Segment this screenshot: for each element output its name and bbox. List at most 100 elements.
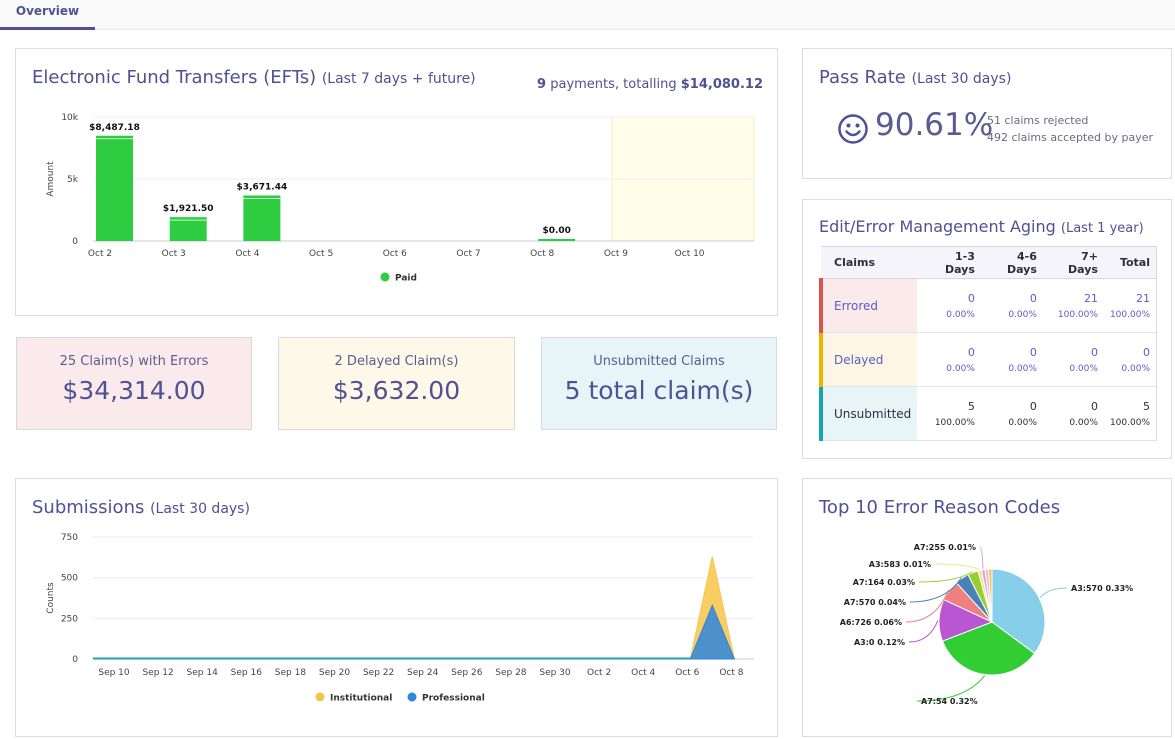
cell-count: 0 (1029, 291, 1037, 305)
x-tick-label: Sep 18 (275, 668, 307, 678)
y-tick-label: 500 (61, 574, 78, 584)
smiley-icon (838, 114, 868, 144)
aging-row-errored: Errored 0 0.00% 0 0.00% 21 100.00% 21 100.00… (818, 278, 1157, 333)
pass-rate-details: 51 claims rejected 492 claims accepted b… (987, 112, 1153, 146)
claims-rejected-text: 51 claims rejected (987, 114, 1089, 127)
pass-rate-card: Pass Rate (Last 30 days) 90.61% 51 claim… (802, 48, 1172, 179)
aging-card: Edit/Error Management Aging (Last 1 year… (802, 199, 1172, 459)
aging-title-text: Edit/Error Management Aging (819, 217, 1056, 236)
cell-percent: 0.00% (1008, 363, 1037, 374)
table-cell[interactable]: 0 0.00% (980, 332, 1043, 387)
cell-percent: 0.00% (1069, 363, 1098, 374)
cell-count: 0 (967, 291, 975, 305)
x-tick-label: Sep 30 (539, 668, 571, 678)
pass-rate-title-text: Pass Rate (819, 67, 906, 88)
cell-percent: 0.00% (946, 363, 975, 374)
cell-count: 0 (1090, 345, 1098, 359)
col-1-3-days: 1-3 Days (917, 246, 981, 279)
table-cell[interactable]: 0 0.00% (917, 332, 981, 387)
cell-percent: 100.00% (1109, 417, 1150, 428)
x-tick-label: Oct 6 (675, 668, 699, 678)
x-tick-label: Sep 14 (187, 668, 219, 678)
pie-label: A6:726 0.06% (840, 618, 902, 627)
y-axis-label: Amount (46, 161, 56, 197)
pie-label: A7:164 0.03% (853, 578, 915, 587)
col-7-plus-days: 7+ Days (1042, 246, 1104, 279)
unsubmitted-claims-box[interactable]: Unsubmitted Claims 5 total claim(s) (541, 337, 777, 430)
row-label-errored: Errored (818, 278, 918, 333)
cell-count: 21 (1083, 291, 1098, 305)
tab-overview[interactable]: Overview (0, 0, 95, 30)
y-axis-label: Counts (46, 582, 56, 614)
pie-leader-line (1039, 587, 1068, 598)
legend-label-institutional: Institutional (330, 694, 392, 704)
y-tick-label: 10k (61, 113, 78, 123)
table-cell[interactable]: 0 0.00% (980, 278, 1043, 333)
unsubmitted-claims-label: Unsubmitted Claims (593, 354, 725, 369)
x-tick-label: Oct 2 (587, 668, 611, 678)
unsubmitted-claims-value: 5 total claim(s) (564, 376, 754, 405)
col-claims: Claims (821, 246, 918, 279)
cell-count: 0 (967, 345, 975, 359)
delayed-claims-label: 2 Delayed Claim(s) (334, 354, 459, 369)
eft-bar-chart: 0 5k 10k Amount Oct 2 $8,487.18 Oct 3 $1,921.50… (46, 113, 755, 284)
y-tick-label: 250 (61, 614, 78, 624)
x-tick-label: Oct 4 (631, 668, 655, 678)
x-tick-label: Sep 10 (98, 668, 130, 678)
x-tick-label: Sep 24 (407, 668, 439, 678)
cell-percent: 100.00% (1109, 309, 1150, 320)
aging-table: Claims 1-3 Days 4-6 Days 7+ Days Total E… (818, 246, 1157, 441)
claims-accepted-text: 492 claims accepted by payer (987, 131, 1153, 144)
table-cell[interactable]: 0 0.00% (1042, 386, 1104, 441)
y-tick-label: 750 (61, 533, 78, 543)
aging-header-row: Claims 1-3 Days 4-6 Days 7+ Days Total (821, 246, 1157, 279)
cell-count: 0 (1029, 399, 1037, 413)
x-tick-label: Sep 26 (451, 668, 483, 678)
x-tick-label: Sep 22 (363, 668, 394, 678)
table-cell[interactable]: 21 100.00% (1103, 278, 1157, 333)
x-tick-label: Oct 4 (235, 249, 259, 259)
cell-count: 5 (1143, 399, 1150, 413)
bar (538, 239, 576, 241)
bar-data-label: $8,487.18 (89, 123, 140, 133)
cell-percent: 0.00% (946, 309, 975, 320)
x-tick-label: Oct 8 (530, 249, 554, 259)
x-tick-label: Oct 10 (675, 249, 705, 259)
cell-percent: 100.00% (934, 417, 975, 428)
table-cell[interactable]: 0 0.00% (980, 386, 1043, 441)
table-cell[interactable]: 21 100.00% (1042, 278, 1104, 333)
cell-count: 0 (1090, 399, 1098, 413)
cell-percent: 0.00% (1008, 417, 1037, 428)
cell-percent: 100.00% (1057, 309, 1098, 320)
cell-count: 5 (967, 399, 975, 413)
col-total: Total (1103, 246, 1157, 279)
x-tick-label: Sep 28 (495, 668, 527, 678)
table-cell[interactable]: 0 0.00% (917, 278, 981, 333)
bar (243, 195, 281, 241)
legend-marker-paid (380, 272, 390, 282)
cell-count: 0 (1029, 345, 1037, 359)
delayed-claims-box[interactable]: 2 Delayed Claim(s) $3,632.00 (278, 337, 515, 430)
x-tick-label: Oct 2 (88, 249, 112, 259)
table-cell[interactable]: 5 100.00% (1103, 386, 1157, 441)
table-cell[interactable]: 0 0.00% (1103, 332, 1157, 387)
legend-label-paid: Paid (395, 274, 417, 284)
y-tick-label: 0 (72, 655, 78, 665)
bar (169, 217, 207, 241)
claims-with-errors-box[interactable]: 25 Claim(s) with Errors $34,314.00 (16, 337, 252, 430)
legend-marker-professional (407, 692, 417, 702)
col-4-6-days: 4-6 Days (980, 246, 1043, 279)
aging-row-unsubmitted: Unsubmitted 5 100.00% 0 0.00% 0 0.00% 5 100.… (818, 386, 1157, 441)
pie-leader-line (979, 546, 984, 569)
error-codes-card: Top 10 Error Reason Codes A3:570 0.33% A7… (802, 478, 1172, 737)
cell-percent: 0.00% (1008, 309, 1037, 320)
table-cell[interactable]: 0 0.00% (1042, 332, 1104, 387)
x-tick-label: Sep 20 (319, 668, 351, 678)
cell-count: 0 (1143, 345, 1150, 359)
table-cell[interactable]: 5 100.00% (917, 386, 981, 441)
pie-label: A7:570 0.04% (844, 598, 906, 607)
pie-label: A3:0 0.12% (854, 638, 905, 647)
cell-percent: 0.00% (1069, 417, 1098, 428)
x-tick-label: Oct 5 (309, 249, 333, 259)
aging-title: Edit/Error Management Aging (Last 1 year… (819, 217, 1144, 236)
